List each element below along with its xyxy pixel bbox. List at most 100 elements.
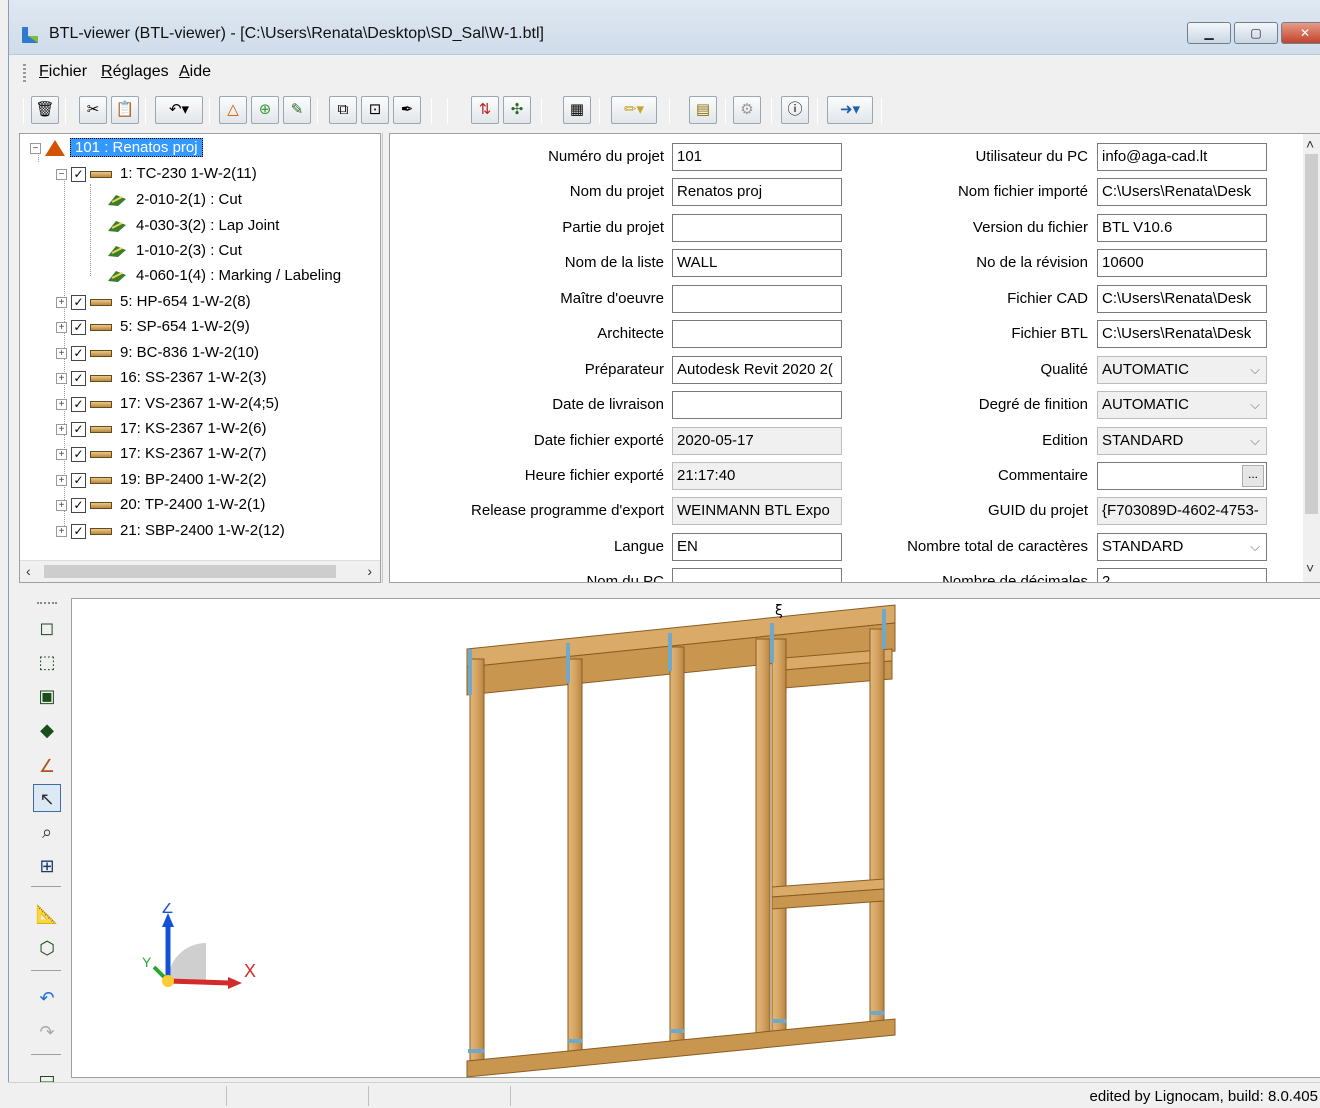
menu-file[interactable]: Fichier <box>39 63 87 81</box>
project-icon[interactable]: △ <box>219 96 247 124</box>
zoom-window-icon[interactable]: ⌕ <box>33 818 61 846</box>
expand-icon[interactable]: + <box>56 347 67 359</box>
expand-icon[interactable]: + <box>56 423 67 435</box>
view-front-cube-icon[interactable]: ◻ <box>33 614 61 642</box>
expand-icon[interactable]: + <box>56 474 67 486</box>
tree-item[interactable]: + ✓ 17: KS-2367 1-W-2(7) <box>56 442 266 466</box>
export-dropdown-icon[interactable]: ➜▾ <box>827 96 873 124</box>
close-button[interactable]: ✕ <box>1281 22 1320 44</box>
cad-file-field[interactable]: C:\Users\Renata\Desk <box>1097 285 1267 313</box>
checkbox-checked[interactable]: ✓ <box>71 472 86 488</box>
tree-item[interactable]: + ✓ 16: SS-2367 1-W-2(3) <box>56 366 266 390</box>
revision-field[interactable]: 10600 <box>1097 249 1267 277</box>
scroll-down-icon[interactable]: ˅ <box>1306 560 1314 576</box>
tree-item[interactable]: 4-060-1(4) : Marking / Labeling <box>106 264 341 288</box>
collapse-icon[interactable]: − <box>30 142 41 154</box>
settings-gear-icon[interactable]: ⚙ <box>733 96 761 124</box>
tree-item[interactable]: + ✓ 21: SBP-2400 1-W-2(12) <box>56 519 285 543</box>
total-chars-select[interactable]: STANDARD ⌵ <box>1097 533 1267 561</box>
ellipsis-button[interactable]: ... <box>1242 465 1264 487</box>
machine-icon[interactable]: ▤ <box>689 96 717 124</box>
comment-field[interactable]: ... <box>1097 462 1267 490</box>
tree-item[interactable]: + ✓ 5: SP-654 1-W-2(9) <box>56 315 250 339</box>
shaded-view-icon[interactable]: ◆ <box>33 716 61 744</box>
tree-item[interactable]: + ✓ 5: HP-654 1-W-2(8) <box>56 290 251 314</box>
tree-horizontal-scrollbar[interactable]: ‹ › <box>20 560 380 582</box>
horizontal-splitter[interactable] <box>19 585 1320 593</box>
ruler-icon[interactable]: 📐 <box>33 900 61 928</box>
imported-file-field[interactable]: C:\Users\Renata\Desk <box>1097 178 1267 206</box>
project-guid-field[interactable]: {F703089D-4602-4753- <box>1097 497 1267 525</box>
tree-item[interactable]: + ✓ 19: BP-2400 1-W-2(2) <box>56 468 266 492</box>
undo-icon[interactable]: ↶ <box>33 984 61 1012</box>
project-tree[interactable]: −101 : Renatos proj − ✓ 1: TC-230 1-W-2(11… <box>19 133 381 583</box>
pencil-dropdown-icon[interactable]: ✏▾ <box>611 96 657 124</box>
tree-item[interactable]: + ✓ 20: TP-2400 1-W-2(1) <box>56 493 265 517</box>
minimize-button[interactable]: ▁ <box>1187 22 1231 44</box>
expand-icon[interactable]: + <box>56 296 67 308</box>
select-pointer-icon[interactable]: ↖ <box>33 784 61 812</box>
checkbox-checked[interactable]: ✓ <box>71 370 86 386</box>
checkbox-checked[interactable]: ✓ <box>71 319 86 335</box>
quality-select[interactable]: AUTOMATIC ⌵ <box>1097 356 1267 384</box>
tree-item[interactable]: 2-010-2(1) : Cut <box>106 188 242 212</box>
checkbox-checked[interactable]: ✓ <box>71 294 86 310</box>
edit-pen-icon[interactable]: ✒ <box>393 96 421 124</box>
maximize-button[interactable]: ▢ <box>1234 22 1278 44</box>
tree-item[interactable]: + ✓ 17: KS-2367 1-W-2(6) <box>56 417 266 441</box>
checkbox-checked[interactable]: ✓ <box>71 497 86 513</box>
undo-dropdown-icon[interactable]: ↶▾ <box>155 96 203 124</box>
pc-user-field[interactable]: info@aga-cad.lt <box>1097 143 1267 171</box>
copy-part-icon[interactable]: ⧉ <box>329 96 357 124</box>
checkbox-checked[interactable]: ✓ <box>71 345 86 361</box>
table-icon[interactable]: ▦ <box>563 96 591 124</box>
view-side-cube-icon[interactable]: ⬚ <box>33 648 61 676</box>
tree-item[interactable]: 4-030-3(2) : Lap Joint <box>106 214 279 238</box>
measure-angle-icon[interactable]: ∠ <box>33 752 61 780</box>
checkbox-checked[interactable]: ✓ <box>71 446 86 462</box>
wireframe-cube-icon[interactable]: ⬡ <box>33 934 61 962</box>
expand-icon[interactable]: + <box>56 525 67 537</box>
checkbox-checked[interactable]: ✓ <box>71 166 86 182</box>
finish-degree-select[interactable]: AUTOMATIC ⌵ <box>1097 391 1267 419</box>
menu-help[interactable]: Aide <box>179 63 211 81</box>
sort-az-icon[interactable]: ⇅ <box>471 96 499 124</box>
tree-item[interactable]: − ✓ 1: TC-230 1-W-2(11) <box>56 162 257 186</box>
file-version-field[interactable]: BTL V10.6 <box>1097 214 1267 242</box>
info-warning-icon[interactable]: ⓘ <box>781 96 809 124</box>
checkbox-checked[interactable]: ✓ <box>71 523 86 539</box>
delete-icon[interactable]: 🗑 <box>31 96 59 124</box>
view-top-cube-icon[interactable]: ▣ <box>33 682 61 710</box>
decimals-field[interactable]: 2 <box>1097 568 1267 582</box>
menu-settings[interactable]: Réglages <box>101 63 169 81</box>
add-part-icon[interactable]: ⊕ <box>251 96 279 124</box>
expand-icon[interactable]: + <box>56 398 67 410</box>
checkbox-checked[interactable]: ✓ <box>71 421 86 437</box>
tree-root[interactable]: − 101 : Renatos proj <box>30 136 203 160</box>
title-bar[interactable]: BTL-viewer (BTL-viewer) - [C:\Users\Rena… <box>9 0 1320 55</box>
layout-icon[interactable]: ⊡ <box>361 96 389 124</box>
redo-icon[interactable]: ↷ <box>33 1018 61 1046</box>
expand-icon[interactable]: + <box>56 372 67 384</box>
3d-viewport[interactable]: ξ Z X Y <box>71 598 1320 1078</box>
checkbox-checked[interactable]: ✓ <box>71 396 86 412</box>
zoom-extents-icon[interactable]: ⊞ <box>33 852 61 880</box>
collapse-icon[interactable]: − <box>56 168 67 180</box>
processing-icon[interactable]: ✎ <box>283 96 311 124</box>
tree-item[interactable]: + ✓ 9: BC-836 1-W-2(10) <box>56 341 259 365</box>
expand-icon[interactable]: + <box>56 448 67 460</box>
tree-item[interactable]: 1-010-2(3) : Cut <box>106 239 242 263</box>
scroll-thumb[interactable] <box>44 565 336 578</box>
expand-icon[interactable]: + <box>56 499 67 511</box>
btl-file-field[interactable]: C:\Users\Renata\Desk <box>1097 320 1267 348</box>
scroll-left-icon[interactable]: ‹ <box>26 563 31 579</box>
scroll-right-icon[interactable]: › <box>367 563 372 579</box>
filter-process-icon[interactable]: ✣ <box>503 96 531 124</box>
edition-select[interactable]: STANDARD ⌵ <box>1097 427 1267 455</box>
properties-vertical-scrollbar[interactable]: ˄ ˅ <box>1303 134 1320 582</box>
scroll-thumb[interactable] <box>1305 154 1318 514</box>
tree-item[interactable]: + ✓ 17: VS-2367 1-W-2(4;5) <box>56 392 279 416</box>
scroll-up-icon[interactable]: ˄ <box>1306 136 1314 152</box>
paste-icon[interactable]: 📋 <box>111 96 139 124</box>
cut-icon[interactable]: ✂ <box>79 96 107 124</box>
